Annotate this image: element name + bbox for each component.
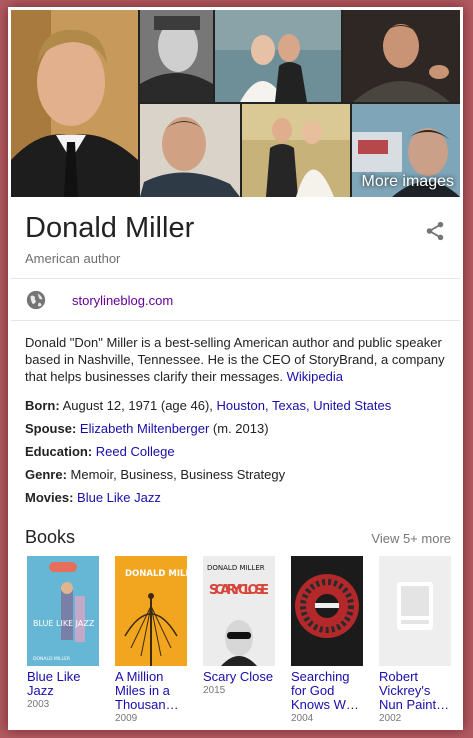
book-cover-text: BLUE LIKE JAZZ — [33, 619, 95, 628]
share-icon[interactable] — [424, 220, 446, 242]
book-cover-text: SCARY CLOSE — [209, 583, 269, 598]
gallery-image-3[interactable] — [215, 10, 341, 102]
book-title-line: Blue Like — [27, 669, 81, 684]
book-title-line: Searching — [291, 669, 350, 684]
book-year: 2004 — [291, 713, 314, 724]
book-title-line: Nun Paint… — [379, 697, 450, 712]
book-title-line: Jazz — [27, 683, 54, 698]
birthplace-country-link[interactable]: United States — [313, 398, 391, 413]
website-row: storylineblog.com — [25, 288, 173, 312]
book-year: 2009 — [115, 713, 138, 724]
gallery-image-4[interactable] — [343, 10, 460, 102]
book-title[interactable]: Scary Close — [203, 670, 279, 684]
book-title-line: Robert — [379, 669, 419, 684]
book-title-line: for God — [291, 683, 335, 698]
gallery-image-5[interactable] — [140, 104, 240, 197]
fact-value: (m. 2013) — [212, 421, 269, 436]
fact-value: August 12, 1971 (age 46), — [62, 398, 213, 413]
facts-list: Born: August 12, 1971 (age 46), Houston,… — [25, 394, 451, 509]
fact-education: Education: Reed College — [25, 440, 451, 463]
book-title-line: Knows W… — [291, 697, 359, 712]
more-images-label[interactable]: More images — [362, 173, 454, 191]
fact-label: Spouse: — [25, 421, 77, 436]
description-text: Donald "Don" Miller is a best-selling Am… — [25, 335, 445, 384]
book-card[interactable]: DONALD MILLER A Million Miles in a Thous… — [115, 556, 191, 724]
globe-icon — [25, 289, 47, 311]
book-title-line: Miles in a — [115, 683, 170, 698]
book-cover-image: BLUE LIKE JAZZ DONALD MILLER — [27, 556, 99, 666]
entity-header: Donald Miller American author — [25, 212, 446, 266]
movie-link[interactable]: Blue Like Jazz — [77, 490, 161, 505]
fact-genre: Genre: Memoir, Business, Business Strate… — [25, 463, 451, 486]
birthplace-state-link[interactable]: Texas, — [272, 398, 310, 413]
education-link[interactable]: Reed College — [96, 444, 175, 459]
book-title[interactable]: Robert Vickrey's Nun Paint… — [379, 670, 455, 712]
book-cover-author: DONALD MILLER — [207, 564, 265, 572]
gallery-image-6[interactable] — [242, 104, 350, 197]
book-cover-text: DONALD MILLER — [125, 569, 187, 579]
book-title-line: Scary Close — [203, 669, 274, 684]
book-title[interactable]: Blue Like Jazz — [27, 670, 103, 698]
book-card[interactable]: BLUE LIKE JAZZ DONALD MILLER Blue Like J… — [27, 556, 103, 710]
book-card[interactable]: Robert Vickrey's Nun Paint… 2002 — [379, 556, 455, 724]
image-gallery: More images — [11, 10, 460, 197]
book-card[interactable]: DONALD MILLER SCARY CLOSE Scary Close 20… — [203, 556, 279, 696]
fact-label: Movies: — [25, 490, 74, 505]
entity-title: Donald Miller — [25, 212, 195, 244]
birthplace-city-link[interactable]: Houston, — [217, 398, 269, 413]
book-title[interactable]: A Million Miles in a Thousan… — [115, 670, 191, 712]
gallery-image-7[interactable]: More images — [352, 104, 460, 197]
book-cover-placeholder — [379, 556, 451, 666]
gallery-image-2[interactable] — [140, 10, 213, 102]
fact-value: Memoir, Business, Business Strategy — [70, 467, 286, 482]
book-cover-image: DONALD MILLER — [115, 556, 187, 666]
fact-spouse: Spouse: Elizabeth Miltenberger (m. 2013) — [25, 417, 451, 440]
book-title-line: A Million — [115, 669, 164, 684]
book-cover-image — [291, 556, 363, 666]
divider — [11, 320, 460, 321]
main-portrait-image[interactable] — [11, 10, 138, 197]
fact-label: Born: — [25, 398, 60, 413]
book-year: 2002 — [379, 713, 402, 724]
fact-label: Education: — [25, 444, 93, 459]
website-link[interactable]: storylineblog.com — [72, 293, 173, 308]
book-cover-author: DONALD MILLER — [33, 656, 70, 662]
book-year: 2003 — [27, 699, 50, 710]
fact-born: Born: August 12, 1971 (age 46), Houston,… — [25, 394, 451, 417]
book-year: 2015 — [203, 685, 226, 696]
books-heading: Books — [25, 527, 76, 547]
book-title-line: Thousan… — [115, 697, 179, 712]
book-title[interactable]: Searching for God Knows W… — [291, 670, 367, 712]
book-cover-image: DONALD MILLER SCARY CLOSE — [203, 556, 275, 666]
view-more-books-link[interactable]: View 5+ more — [371, 531, 451, 546]
fact-movies: Movies: Blue Like Jazz — [25, 486, 451, 509]
book-card[interactable]: Searching for God Knows W… 2004 — [291, 556, 367, 724]
entity-subtitle: American author — [25, 251, 121, 266]
book-title-line: Vickrey's — [379, 683, 431, 698]
wikipedia-link[interactable]: Wikipedia — [287, 369, 343, 384]
divider — [11, 278, 460, 279]
entity-description: Donald "Don" Miller is a best-selling Am… — [25, 334, 447, 385]
books-header: Books View 5+ more — [25, 527, 451, 549]
knowledge-panel: More images Donald Miller American autho… — [8, 7, 463, 730]
fact-label: Genre: — [25, 467, 67, 482]
spouse-link[interactable]: Elizabeth Miltenberger — [80, 421, 209, 436]
